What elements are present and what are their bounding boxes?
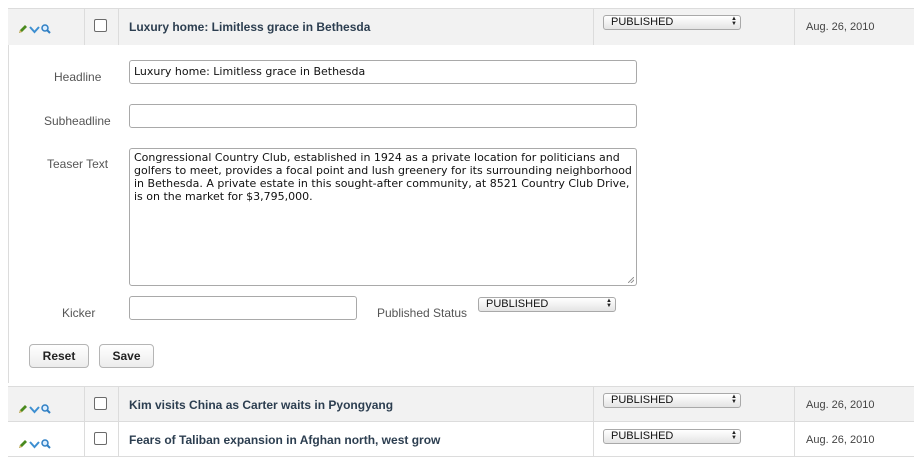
article-editor: Headline Luxury home: Limitless grace in… [8,45,914,383]
article-date: Aug. 26, 2010 [806,21,875,33]
magnifier-icon[interactable] [41,436,51,454]
chevron-down-icon[interactable] [29,401,40,419]
teaser-text-label: Teaser Text [47,157,109,171]
row-status-select[interactable]: PUBLISHED ▲ ▼ [603,15,741,30]
kicker-input[interactable] [129,296,357,320]
pencil-icon[interactable] [18,436,28,454]
article-row: Fears of Taliban expansion in Afghan nor… [8,421,914,457]
select-arrows-icon: ▲ ▼ [731,16,737,27]
headline-input[interactable]: Luxury home: Limitless grace in Bethesda [129,60,637,84]
article-row: Luxury home: Limitless grace in Bethesda… [8,8,914,46]
kicker-label: Kicker [62,306,96,320]
headline-label: Headline [54,70,102,84]
published-status-value: PUBLISHED [486,298,549,310]
article-row: Kim visits China as Carter waits in Pyon… [8,386,914,422]
teaser-text-value: Congressional Country Club, established … [134,151,632,203]
chevron-down-icon[interactable] [29,436,40,454]
magnifier-icon[interactable] [41,21,51,39]
article-title[interactable]: Fears of Taliban expansion in Afghan nor… [129,433,440,447]
row-status-value: PUBLISHED [611,16,674,28]
pencil-icon[interactable] [18,21,28,39]
published-status-select[interactable]: PUBLISHED ▲ ▼ [478,297,616,312]
article-title[interactable]: Luxury home: Limitless grace in Bethesda [129,20,370,34]
row-select-checkbox[interactable] [94,397,107,410]
reset-button[interactable]: Reset [29,344,89,368]
subheadline-label: Subheadline [44,114,111,128]
row-status-select[interactable]: PUBLISHED ▲ ▼ [603,429,741,444]
chevron-down-icon[interactable] [29,21,40,39]
article-title[interactable]: Kim visits China as Carter waits in Pyon… [129,398,393,412]
save-button[interactable]: Save [99,344,154,368]
article-date: Aug. 26, 2010 [806,434,875,446]
published-status-label: Published Status [377,306,468,320]
teaser-text-area[interactable]: Congressional Country Club, established … [129,148,637,286]
row-tools [18,436,52,454]
select-arrows-icon: ▲ ▼ [731,430,737,441]
row-status-value: PUBLISHED [611,394,674,406]
pencil-icon[interactable] [18,401,28,419]
row-tools [18,401,52,419]
select-arrows-icon: ▲ ▼ [606,298,612,309]
row-status-value: PUBLISHED [611,430,674,442]
row-select-checkbox[interactable] [94,19,107,32]
row-status-select[interactable]: PUBLISHED ▲ ▼ [603,393,741,408]
magnifier-icon[interactable] [41,401,51,419]
select-arrows-icon: ▲ ▼ [731,394,737,405]
row-select-checkbox[interactable] [94,432,107,445]
resize-grip-icon[interactable] [628,277,634,283]
row-tools [18,21,52,39]
article-date: Aug. 26, 2010 [806,399,875,411]
subheadline-input[interactable] [129,104,637,128]
